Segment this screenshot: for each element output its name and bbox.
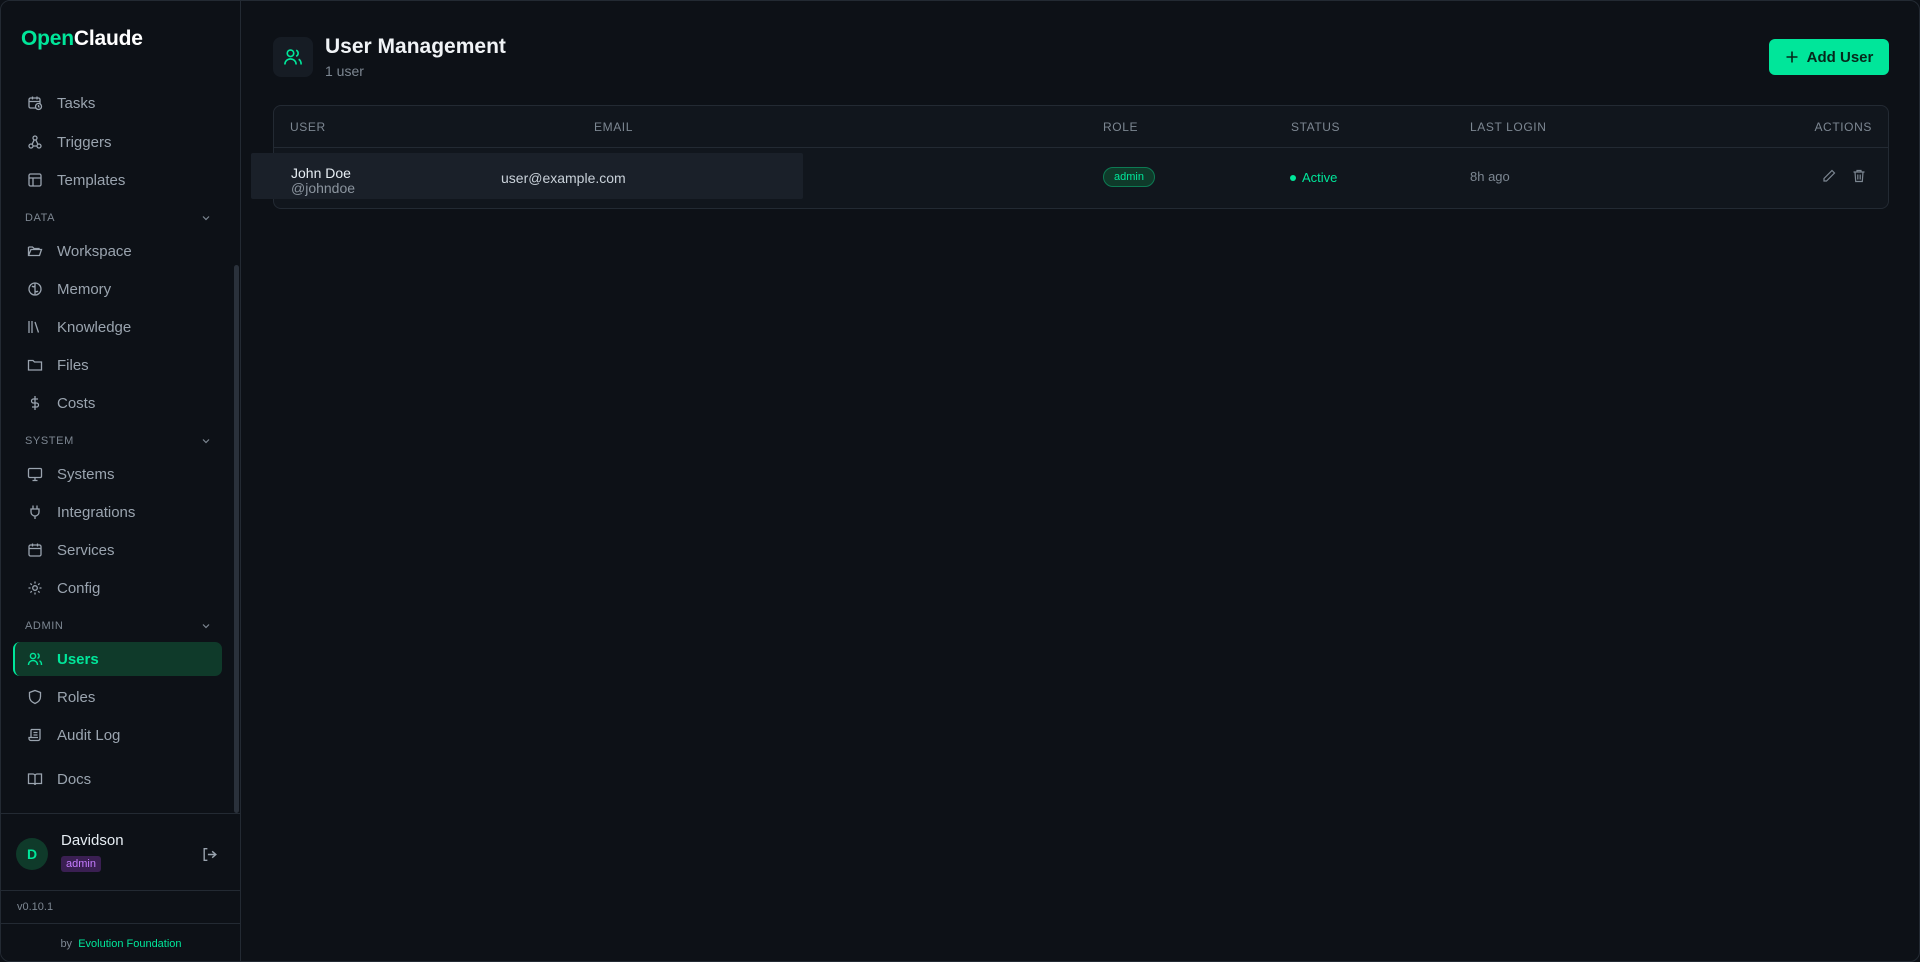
table-header: USER EMAIL ROLE STATUS LAST LOGIN ACTION… — [274, 106, 1888, 148]
dollar-icon — [27, 395, 43, 411]
sidebar-item-label: Docs — [57, 770, 92, 788]
sidebar-item-knowledge[interactable]: Knowledge — [15, 310, 221, 344]
book-icon — [27, 771, 43, 787]
sidebar-item-label: Memory — [57, 280, 112, 298]
app-window: OpenClaude Tasks Triggers Templates DATA… — [0, 0, 1920, 962]
sidebar: OpenClaude Tasks Triggers Templates DATA… — [1, 1, 241, 961]
byline: by Evolution Foundation — [1, 938, 241, 950]
section-header-data[interactable]: DATA — [25, 212, 211, 224]
sidebar-item-label: Services — [57, 541, 115, 559]
gear-icon — [27, 580, 43, 596]
chevron-down-icon — [202, 624, 210, 629]
sidebar-item-label: Users — [57, 650, 99, 668]
sidebar-item-label: Audit Log — [57, 726, 121, 744]
trash-icon[interactable] — [1851, 168, 1867, 184]
sidebar-item-config[interactable]: Config — [15, 571, 221, 605]
monitor-icon — [27, 466, 43, 482]
app-version: v0.10.1 — [17, 901, 54, 913]
current-user-role-badge: admin — [61, 856, 101, 872]
status-badge: Active — [1290, 170, 1337, 185]
org-link[interactable]: Evolution Foundation — [78, 938, 181, 950]
sidebar-item-label: Workspace — [57, 242, 132, 260]
sidebar-item-tasks[interactable]: Tasks — [15, 86, 221, 120]
current-user-name: Davidson — [61, 832, 124, 849]
sidebar-item-label: Tasks — [57, 94, 96, 112]
col-last-login: LAST LOGIN — [1470, 120, 1547, 134]
sidebar-item-services[interactable]: Services — [15, 533, 221, 567]
webhook-icon — [27, 134, 43, 150]
sidebar-item-label: Knowledge — [57, 318, 132, 336]
status-label: Active — [1302, 170, 1338, 185]
sidebar-item-costs[interactable]: Costs — [15, 386, 221, 420]
add-user-button[interactable]: Add User — [1769, 39, 1889, 75]
sidebar-item-roles[interactable]: Roles — [15, 680, 221, 714]
sidebar-item-templates[interactable]: Templates — [15, 163, 221, 197]
sidebar-item-users[interactable]: Users — [13, 642, 222, 676]
sidebar-item-audit-log[interactable]: Audit Log — [15, 718, 221, 752]
calendar-icon — [27, 542, 43, 558]
divider — [1, 923, 241, 924]
sidebar-item-label: Files — [57, 356, 89, 374]
scroll-icon — [27, 727, 43, 743]
sidebar-item-files[interactable]: Files — [15, 348, 221, 382]
user-name: John Doe — [291, 165, 351, 181]
status-dot — [1290, 174, 1296, 181]
plus-icon — [1786, 51, 1798, 63]
plug-icon — [27, 504, 43, 520]
sidebar-item-label: Costs — [57, 394, 96, 412]
folder-open-icon — [27, 243, 43, 259]
users-icon — [273, 37, 313, 77]
col-actions: ACTIONS — [1814, 120, 1872, 134]
layout-icon — [27, 172, 43, 188]
section-title: DATA — [25, 212, 56, 224]
library-icon — [27, 319, 43, 335]
users-icon — [27, 651, 43, 667]
role-badge: admin — [1103, 167, 1155, 187]
sidebar-item-label: Integrations — [57, 503, 136, 521]
sidebar-item-integrations[interactable]: Integrations — [15, 495, 221, 529]
chevron-down-icon — [202, 216, 210, 221]
section-title: SYSTEM — [25, 435, 74, 447]
sidebar-item-systems[interactable]: Systems — [15, 457, 221, 491]
shield-icon — [27, 689, 43, 705]
col-status: STATUS — [1291, 120, 1341, 134]
edit-icon[interactable] — [1821, 168, 1837, 184]
user-count: 1 user — [325, 63, 364, 79]
section-header-admin[interactable]: ADMIN — [25, 620, 211, 632]
brain-icon — [27, 281, 43, 297]
add-user-label: Add User — [1806, 48, 1874, 66]
calendar-clock-icon — [27, 95, 43, 111]
avatar[interactable]: D — [16, 838, 48, 870]
last-login: 8h ago — [1470, 169, 1510, 184]
app-logo[interactable]: OpenClaude — [21, 27, 143, 51]
logout-icon[interactable] — [201, 846, 218, 863]
sidebar-item-triggers[interactable]: Triggers — [15, 125, 221, 159]
sidebar-item-workspace[interactable]: Workspace — [15, 234, 221, 268]
current-user-panel: D Davidson admin — [1, 813, 241, 891]
page-title: User Management — [325, 35, 506, 58]
sidebar-item-label: Systems — [57, 465, 115, 483]
sidebar-item-label: Templates — [57, 171, 126, 189]
col-email: EMAIL — [594, 120, 634, 134]
byline-prefix: by — [60, 938, 73, 950]
sidebar-item-label: Roles — [57, 688, 96, 706]
section-title: ADMIN — [25, 620, 64, 632]
sidebar-item-docs[interactable]: Docs — [15, 762, 221, 796]
sidebar-item-label: Config — [57, 579, 101, 597]
sidebar-item-label: Triggers — [57, 133, 112, 151]
sidebar-item-memory[interactable]: Memory — [15, 272, 221, 306]
sidebar-scrollbar[interactable] — [234, 265, 239, 813]
user-email: user@example.com — [501, 170, 626, 186]
col-role: ROLE — [1103, 120, 1139, 134]
col-user: USER — [290, 120, 326, 134]
chevron-down-icon — [202, 439, 210, 444]
user-handle: @johndoe — [291, 180, 356, 196]
folder-icon — [27, 357, 43, 373]
section-header-system[interactable]: SYSTEM — [25, 435, 211, 447]
